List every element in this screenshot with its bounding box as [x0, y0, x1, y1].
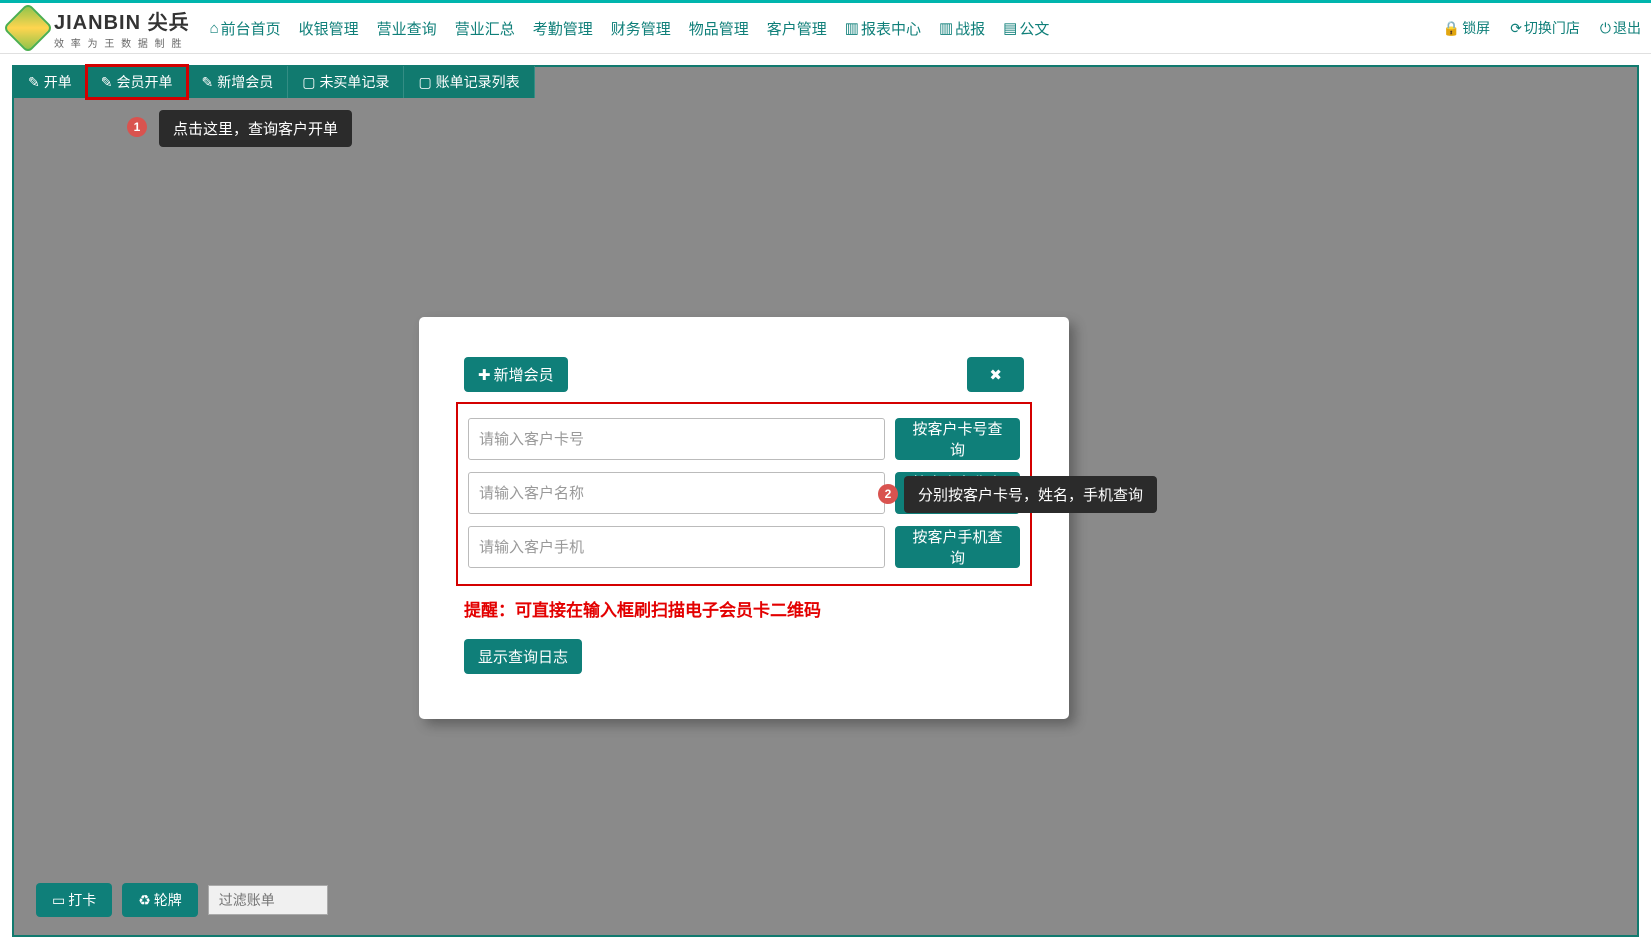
tab-open[interactable]: ✎开单: [14, 66, 87, 98]
edit-icon: ✎: [101, 74, 113, 91]
plus-icon: ✚: [478, 366, 491, 384]
battle-icon: ▥: [939, 19, 953, 37]
switch-icon: ⟳: [1510, 20, 1522, 37]
footer-toolbar: ▭ 打卡 ♻ 轮牌: [36, 883, 328, 917]
workspace: ✎开单 ✎会员开单 ✎新增会员 ▢未买单记录 ▢账单记录列表 1 点击这里，查询…: [12, 65, 1639, 937]
tab-member-open[interactable]: ✎会员开单: [87, 66, 188, 98]
tab-bar: ✎开单 ✎会员开单 ✎新增会员 ▢未买单记录 ▢账单记录列表: [14, 66, 535, 98]
member-search-dialog: ✚ 新增会员 ✖ 按客户卡号查询 按客户名称查询 按客户手机查询 提醒：可直接在…: [419, 317, 1069, 719]
report-icon: ▥: [845, 19, 859, 37]
power-icon: ⏻: [1600, 20, 1611, 37]
tab-bill-list[interactable]: ▢账单记录列表: [404, 66, 534, 98]
search-by-card-row: 按客户卡号查询: [458, 412, 1030, 466]
nav-customer[interactable]: 客户管理: [767, 18, 827, 39]
notice-icon: ▤: [1003, 19, 1017, 37]
customer-phone-input[interactable]: [468, 526, 885, 568]
nav-report-center[interactable]: ▥报表中心: [845, 18, 921, 39]
home-icon: ⌂: [210, 20, 219, 37]
annotation-callout-1: 点击这里，查询客户开单: [159, 110, 352, 147]
annotation-badge-1: 1: [127, 117, 147, 137]
nav-biz-query[interactable]: 营业查询: [377, 18, 437, 39]
top-navbar: JIANBIN 尖兵 效 率 为 王 数 据 制 胜 ⌂前台首页 收银管理 营业…: [0, 0, 1651, 54]
logout-link[interactable]: ⏻退出: [1600, 18, 1641, 38]
edit-icon: ✎: [201, 74, 213, 91]
lock-icon: 🔒: [1443, 20, 1460, 37]
nav-goods[interactable]: 物品管理: [689, 18, 749, 39]
nav-finance[interactable]: 财务管理: [611, 18, 671, 39]
search-by-phone-row: 按客户手机查询: [458, 520, 1030, 574]
nav-notice[interactable]: ▤公文: [1003, 18, 1049, 39]
tab-add-member[interactable]: ✎新增会员: [187, 66, 288, 98]
card-icon: ▭: [52, 892, 65, 909]
main-nav: ⌂前台首页 收银管理 营业查询 营业汇总 考勤管理 财务管理 物品管理 客户管理…: [210, 18, 1050, 39]
rotate-button[interactable]: ♻ 轮牌: [122, 883, 198, 917]
brand-title: JIANBIN 尖兵: [54, 6, 190, 35]
add-member-button[interactable]: ✚ 新增会员: [464, 357, 568, 392]
nav-attendance[interactable]: 考勤管理: [533, 18, 593, 39]
search-by-card-button[interactable]: 按客户卡号查询: [895, 418, 1020, 460]
nav-biz-summary[interactable]: 营业汇总: [455, 18, 515, 39]
nav-battle-report[interactable]: ▥战报: [939, 18, 985, 39]
nav-right: 🔒锁屏 ⟳切换门店 ⏻退出: [1443, 18, 1641, 38]
logo-icon: [3, 3, 54, 54]
punch-card-button[interactable]: ▭ 打卡: [36, 883, 112, 917]
recycle-icon: ♻: [138, 892, 151, 909]
lock-screen-link[interactable]: 🔒锁屏: [1443, 18, 1490, 38]
card-number-input[interactable]: [468, 418, 885, 460]
brand-subtitle: 效 率 为 王 数 据 制 胜: [54, 35, 190, 50]
nav-cashier[interactable]: 收银管理: [299, 18, 359, 39]
annotation-callout-2: 分别按客户卡号，姓名，手机查询: [904, 476, 1157, 513]
screen-icon: ▢: [418, 74, 431, 91]
filter-bill-input[interactable]: [208, 885, 328, 915]
brand-logo: JIANBIN 尖兵 效 率 为 王 数 据 制 胜: [10, 6, 190, 50]
switch-store-link[interactable]: ⟳切换门店: [1510, 18, 1580, 38]
qr-scan-reminder: 提醒：可直接在输入框刷扫描电子会员卡二维码: [464, 596, 1024, 621]
edit-icon: ✎: [28, 74, 40, 91]
annotation-badge-2: 2: [878, 484, 898, 504]
close-icon: ✖: [989, 366, 1002, 384]
search-by-phone-button[interactable]: 按客户手机查询: [895, 526, 1020, 568]
screen-icon: ▢: [302, 74, 315, 91]
customer-name-input[interactable]: [468, 472, 885, 514]
close-dialog-button[interactable]: ✖: [967, 357, 1024, 392]
nav-home[interactable]: ⌂前台首页: [210, 18, 281, 39]
tab-no-buy-record[interactable]: ▢未买单记录: [288, 66, 404, 98]
show-query-log-button[interactable]: 显示查询日志: [464, 639, 582, 674]
